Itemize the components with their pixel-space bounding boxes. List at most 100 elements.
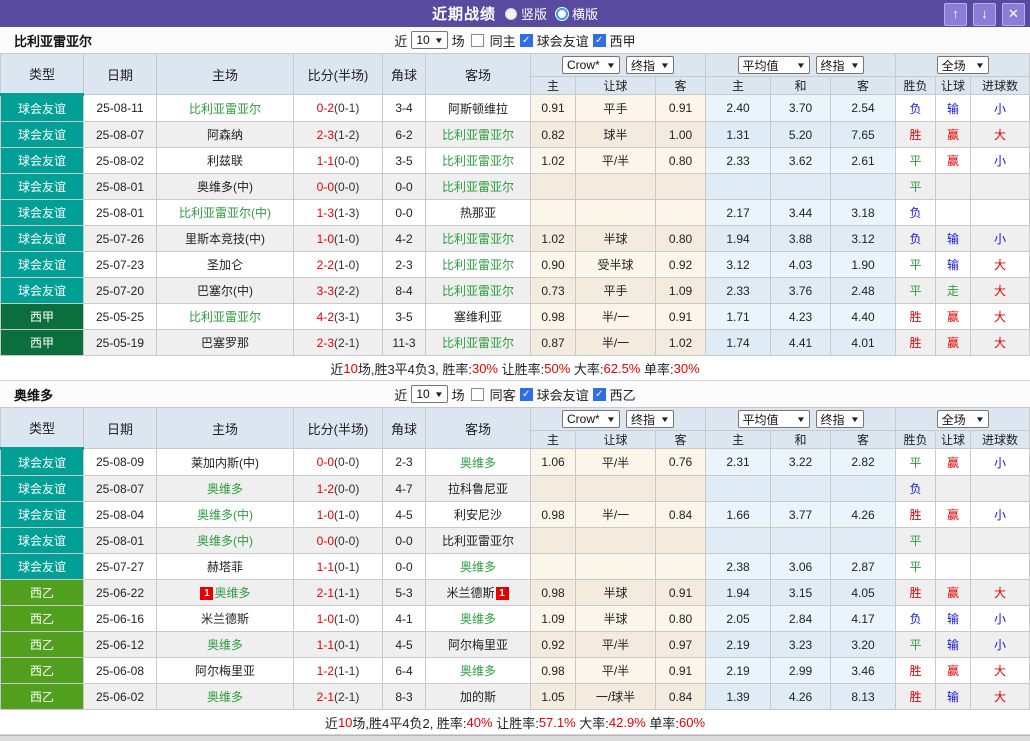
col-header-goals: 进球数	[971, 431, 1030, 449]
chevron-down-icon: ▼	[795, 61, 805, 70]
radio-icon[interactable]	[556, 8, 568, 20]
score-halftime: (0-0)	[334, 180, 359, 194]
cell-away-team: 奥维多	[426, 658, 531, 684]
home-team-name: 里斯本竞技(中)	[185, 232, 265, 246]
cell-odds-away: 0.97	[656, 632, 706, 658]
summary-segment: 让胜率:	[493, 713, 539, 732]
home-team-name: 奥维多(中)	[197, 180, 253, 194]
cell-corner: 6-2	[383, 122, 426, 148]
cell-odds-away: 1.09	[656, 278, 706, 304]
cell-avg-home: 2.19	[706, 658, 771, 684]
close-button[interactable]: ✕	[1002, 3, 1025, 26]
table-row: 球会友谊 25-07-23 圣加仑 2-2(1-0) 2-3 比利亚雷亚尔 0.…	[1, 252, 1030, 278]
score-halftime: (0-0)	[334, 154, 359, 168]
layout-radio-horizontal[interactable]: 横版	[556, 4, 598, 23]
cell-odds-home: 0.87	[531, 330, 576, 356]
score-fulltime: 2-2	[317, 258, 334, 272]
same-venue-checkbox[interactable]	[471, 388, 484, 401]
cell-away-team: 比利亚雷亚尔	[426, 252, 531, 278]
table-row: 球会友谊 25-08-01 奥维多(中) 0-0(0-0) 0-0 比利亚雷亚尔…	[1, 174, 1030, 200]
move-down-button[interactable]: ↓	[973, 3, 996, 26]
score-fulltime: 0-0	[317, 180, 334, 194]
odds-stage-select[interactable]: 终指 ▼	[626, 410, 674, 428]
cell-corner: 8-3	[383, 684, 426, 710]
average-stage-select[interactable]: 终指 ▼	[816, 410, 864, 428]
away-team-name: 阿尔梅里亚	[448, 638, 508, 652]
matches-table: 类型 日期 主场 比分(半场) 角球 客场 Crow* ▼ 终指 ▼	[0, 53, 1030, 356]
cell-result-outcome: 负	[896, 226, 936, 252]
cell-avg-away: 1.90	[831, 252, 896, 278]
cell-away-team: 加的斯	[426, 684, 531, 710]
summary-row: 近10场,胜4平4负2, 胜率:40% 让胜率:57.1% 大率:42.9% 单…	[0, 710, 1030, 735]
match-count-select[interactable]: 10 ▼	[411, 31, 447, 49]
average-type-select[interactable]: 平均值 ▼	[738, 56, 810, 74]
cell-result-goals	[971, 200, 1030, 226]
cell-avg-away	[831, 174, 896, 200]
average-stage-select[interactable]: 终指 ▼	[816, 56, 864, 74]
cell-result-goals: 大	[971, 122, 1030, 148]
games-label: 场	[452, 385, 465, 404]
match-count-value: 10	[416, 387, 429, 401]
cell-odds-away: 0.91	[656, 304, 706, 330]
radio-icon[interactable]	[505, 8, 517, 20]
odds-stage-select[interactable]: 终指 ▼	[626, 56, 674, 74]
cell-avg-away: 2.82	[831, 449, 896, 476]
summary-segment: 大率:	[570, 359, 603, 378]
home-team-name: 阿尔梅里亚	[195, 664, 255, 678]
home-team-name: 莱加内斯(中)	[191, 456, 259, 470]
score-fulltime: 1-0	[317, 612, 334, 626]
cell-avg-away	[831, 476, 896, 502]
cell-result-goals: 大	[971, 330, 1030, 356]
same-venue-checkbox[interactable]	[471, 34, 484, 47]
cell-result-handicap: 赢	[936, 330, 971, 356]
move-up-button[interactable]: ↑	[944, 3, 967, 26]
cell-result-outcome: 平	[896, 449, 936, 476]
home-team-name: 米兰德斯	[201, 612, 249, 626]
odds-company-value: Crow*	[567, 412, 600, 426]
scope-select[interactable]: 全场 ▼	[937, 56, 989, 74]
cell-avg-draw: 5.20	[771, 122, 831, 148]
home-team-name: 比利亚雷亚尔	[189, 310, 261, 324]
cell-result-goals	[971, 174, 1030, 200]
cell-date: 25-07-27	[84, 554, 157, 580]
score-fulltime: 0-0	[317, 455, 334, 469]
away-team-name: 奥维多	[460, 456, 496, 470]
summary-segment: 场,胜3平4负3, 胜率:	[358, 359, 472, 378]
score-halftime: (1-1)	[334, 586, 359, 600]
table-row: 球会友谊 25-08-02 利兹联 1-1(0-0) 3-5 比利亚雷亚尔 1.…	[1, 148, 1030, 174]
match-count-select[interactable]: 10 ▼	[411, 385, 447, 403]
league-checkbox-friendly[interactable]: ✓	[520, 388, 533, 401]
scope-select[interactable]: 全场 ▼	[937, 410, 989, 428]
cell-home-team: 莱加内斯(中)	[157, 449, 294, 476]
odds-company-select[interactable]: Crow* ▼	[562, 410, 620, 428]
cell-score: 1-2(1-1)	[294, 658, 383, 684]
league-checkbox-laliga[interactable]: ✓	[593, 34, 606, 47]
score-halftime: (2-1)	[334, 690, 359, 704]
cell-avg-away: 7.65	[831, 122, 896, 148]
cell-result-handicap: 输	[936, 684, 971, 710]
cell-avg-home: 1.39	[706, 684, 771, 710]
cell-result-outcome: 负	[896, 476, 936, 502]
cell-avg-draw: 2.99	[771, 658, 831, 684]
home-team-name: 比利亚雷亚尔(中)	[179, 206, 271, 220]
cell-date: 25-08-09	[84, 449, 157, 476]
league-checkbox-friendly[interactable]: ✓	[520, 34, 533, 47]
cell-result-outcome: 负	[896, 200, 936, 226]
col-header-handicap: 让球	[576, 431, 656, 449]
cell-date: 25-08-11	[84, 95, 157, 122]
cell-handicap: 一/球半	[576, 684, 656, 710]
cell-result-goals: 小	[971, 606, 1030, 632]
summary-segment: 10	[343, 361, 357, 376]
cell-handicap: 半/一	[576, 330, 656, 356]
average-type-select[interactable]: 平均值 ▼	[738, 410, 810, 428]
home-team-name: 阿森纳	[207, 128, 243, 142]
odds-company-select[interactable]: Crow* ▼	[562, 56, 620, 74]
col-header-score: 比分(半场)	[294, 408, 383, 449]
cell-date: 25-07-23	[84, 252, 157, 278]
layout-radio-vertical[interactable]: 竖版	[505, 4, 547, 23]
league-checkbox-segunda[interactable]: ✓	[593, 388, 606, 401]
col-header-handicap: 让球	[576, 77, 656, 95]
cell-handicap: 平手	[576, 95, 656, 122]
cell-result-outcome: 平	[896, 528, 936, 554]
cell-avg-home: 2.17	[706, 200, 771, 226]
